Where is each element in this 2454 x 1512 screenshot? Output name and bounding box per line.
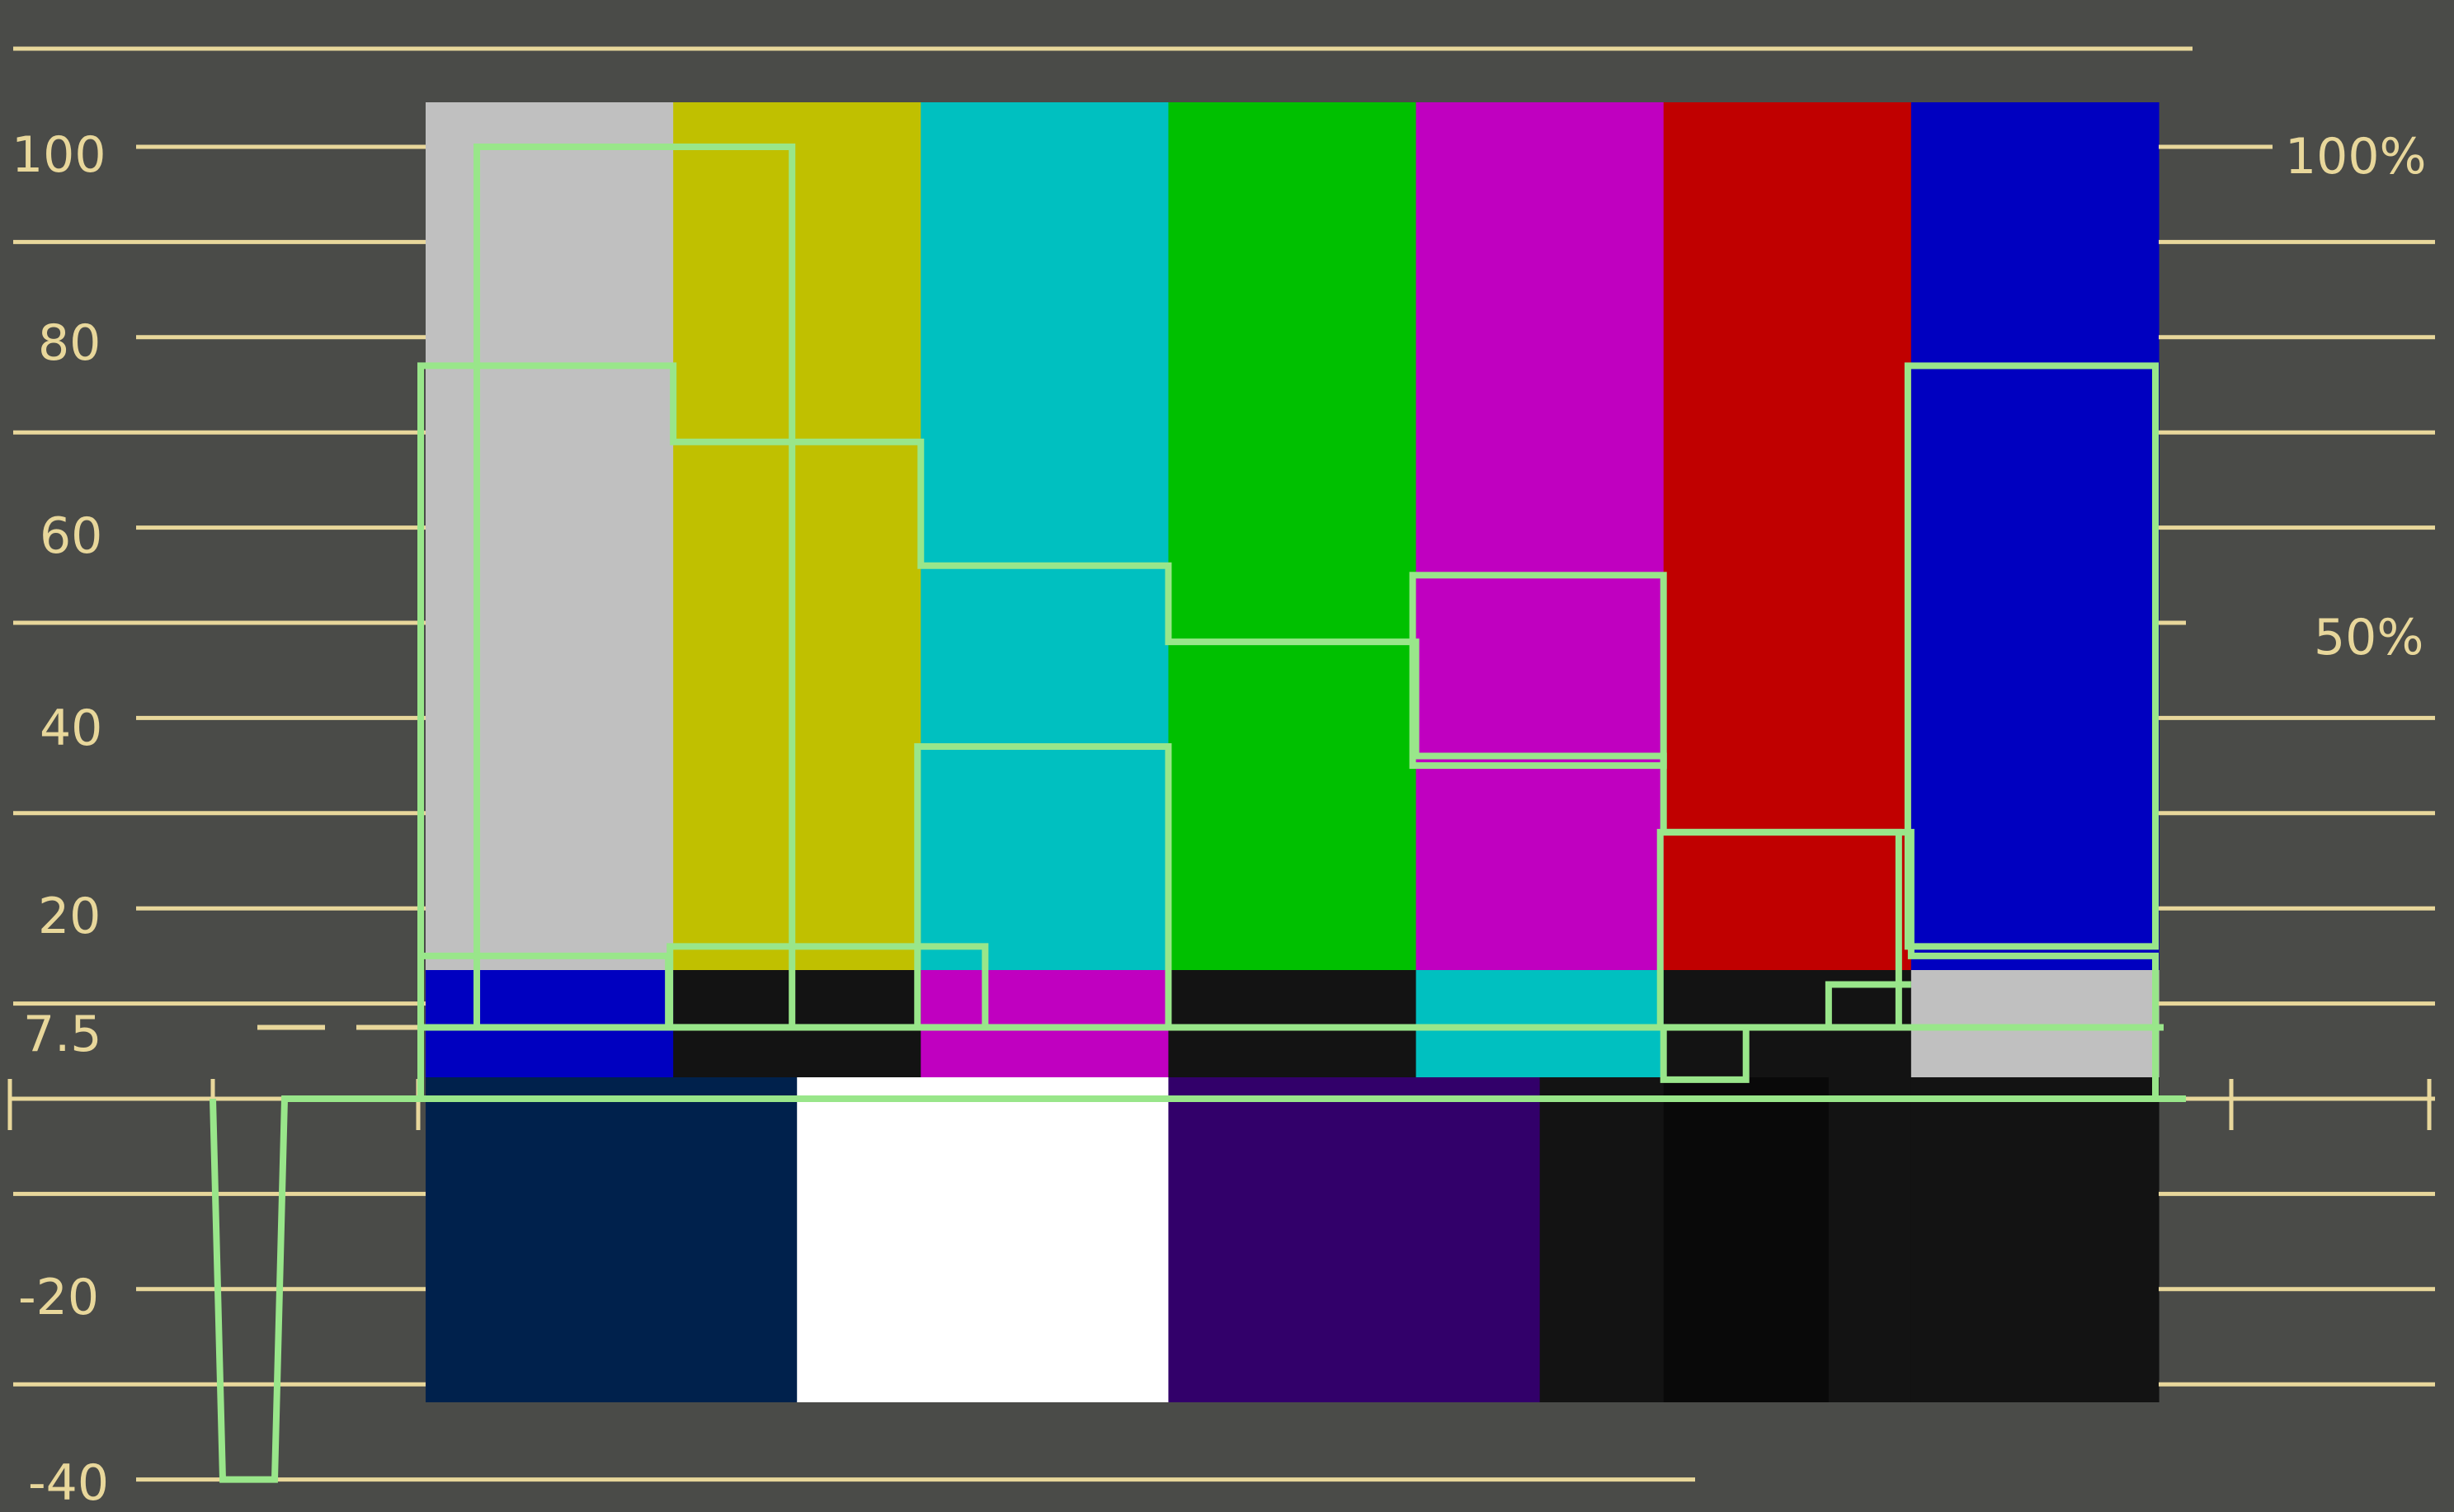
bottom-bar-+Q — [1168, 1077, 1541, 1402]
bottom-bar-black — [1910, 1077, 2160, 1402]
top-bar-gray — [426, 102, 674, 970]
tick-label-80: 80 — [38, 314, 101, 372]
bottom-bar-white — [797, 1077, 1170, 1402]
middle-bar-blue — [426, 970, 674, 1077]
bottom-bar-sub-black — [1663, 1077, 1830, 1402]
bottom-bar-black — [1539, 1077, 1665, 1402]
tick-label-minus-40: -40 — [28, 1454, 109, 1512]
middle-bar-cyan — [1415, 970, 1665, 1077]
tick-label-100-percent: 100% — [2285, 128, 2427, 186]
top-bar-magenta — [1415, 102, 1665, 970]
middle-bar-gray — [1910, 970, 2160, 1077]
top-bar-green — [1168, 102, 1417, 970]
middle-bar-magenta — [921, 970, 1170, 1077]
top-bar-yellow — [673, 102, 921, 970]
color-bar-pattern — [426, 102, 2160, 1402]
top-bar-cyan — [921, 102, 1170, 970]
tick-label-7-5: 7.5 — [23, 1006, 101, 1063]
tick-label-40: 40 — [40, 699, 102, 757]
tick-label-minus-20: -20 — [18, 1269, 99, 1326]
bottom-bar--I — [426, 1077, 798, 1402]
tick-label-100: 100 — [12, 126, 106, 184]
middle-bar-black — [1168, 970, 1417, 1077]
tick-label-60: 60 — [40, 507, 102, 565]
top-bar-blue — [1910, 102, 2160, 970]
top-bar-red — [1663, 102, 1912, 970]
waveform-monitor: 100 80 60 40 20 7.5 -20 -40 100% 50% — [7, 46, 2435, 1512]
middle-bar-black — [673, 970, 921, 1077]
tick-label-20: 20 — [38, 888, 101, 945]
tick-label-50-percent: 50% — [2314, 609, 2423, 667]
